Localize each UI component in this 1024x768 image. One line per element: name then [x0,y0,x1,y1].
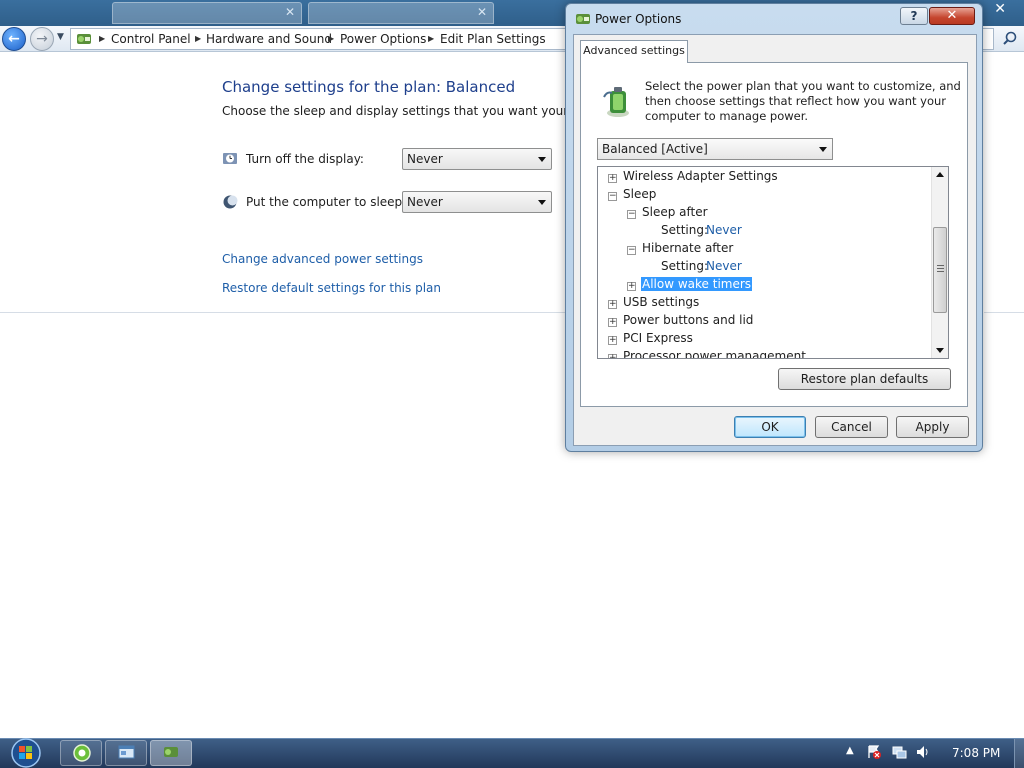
tree-setting-label: Setting: [661,259,709,273]
apply-button[interactable]: Apply [896,416,969,438]
advanced-settings-page: Select the power plan that you want to c… [580,62,968,407]
breadcrumb-control-panel[interactable]: Control Panel [111,32,191,46]
forward-button[interactable]: → [30,27,54,51]
restore-default-settings-link[interactable]: Restore default settings for this plan [222,281,441,295]
tree-item-pci-express[interactable]: PCI Express [623,331,693,345]
background-tab[interactable]: ✕ [112,2,302,24]
expand-icon[interactable]: + [608,336,617,345]
taskbar-browser-button[interactable] [60,740,102,766]
show-desktop-button[interactable] [1014,739,1024,768]
sleep-moon-icon [223,195,238,209]
expand-icon[interactable]: + [627,282,636,291]
tree-item-sleep[interactable]: Sleep [623,187,656,201]
sleep-label: Put the computer to sleep: [246,195,407,209]
power-options-dialog: Power Options ? ✕ Advanced settings Sele… [565,3,983,452]
grip-icon [937,265,944,272]
sleep-after-value[interactable]: Never [706,223,742,237]
intro-text-line: Select the power plan that you want to c… [645,79,961,93]
restore-plan-defaults-button[interactable]: Restore plan defaults [778,368,951,390]
breadcrumb-edit-plan-settings[interactable]: Edit Plan Settings [440,32,546,46]
battery-power-icon [603,87,629,117]
action-center-flag-icon[interactable] [866,744,882,760]
breadcrumb-power-options[interactable]: Power Options [340,32,426,46]
page-description: Choose the sleep and display settings th… [222,104,618,118]
divider [0,312,566,313]
intro-text-line: then choose settings that reflect how yo… [645,94,947,108]
tab-close-icon[interactable]: ✕ [477,5,487,19]
scrollbar-thumb[interactable] [933,227,947,313]
tree-item-processor[interactable]: Processor power management [623,349,806,358]
scroll-up-icon[interactable] [936,172,944,177]
volume-icon[interactable] [915,744,931,760]
tree-item-sleep-after[interactable]: Sleep after [642,205,708,219]
tab-close-icon[interactable]: ✕ [285,5,295,19]
hibernate-after-value[interactable]: Never [706,259,742,273]
help-button[interactable]: ? [900,7,928,25]
power-options-icon [164,747,178,757]
tree-item-hibernate-after[interactable]: Hibernate after [642,241,733,255]
chevron-down-icon [819,147,827,152]
vertical-scrollbar[interactable] [931,167,948,358]
tab-advanced-settings[interactable]: Advanced settings [580,40,688,63]
divider [984,312,1024,313]
power-plan-value: Balanced [Active] [602,142,708,156]
chevron-down-icon [538,200,546,205]
close-icon[interactable]: ✕ [994,1,1006,17]
collapse-icon[interactable]: − [608,192,617,201]
tree-item-wireless[interactable]: Wireless Adapter Settings [623,169,778,183]
taskbar-explorer-button[interactable] [105,740,147,766]
explorer-window-icon [118,745,135,759]
expand-icon[interactable]: + [608,300,617,309]
breadcrumb-separator-icon[interactable]: ▶ [195,34,201,43]
breadcrumb-separator-icon[interactable]: ▶ [428,34,434,43]
background-tab[interactable]: ✕ [308,2,494,24]
breadcrumb-separator-icon[interactable]: ▶ [99,34,105,43]
settings-tree[interactable]: + Wireless Adapter Settings − Sleep − Sl… [597,166,949,359]
dialog-close-button[interactable]: ✕ [929,7,975,25]
sleep-timeout-value: Never [407,195,443,209]
power-options-icon [576,14,590,24]
expand-icon[interactable]: + [608,174,617,183]
page-title: Change settings for the plan: Balanced [222,78,516,96]
scroll-down-icon[interactable] [936,348,944,353]
display-icon [223,153,237,164]
show-hidden-icons-icon[interactable]: ▲ [846,745,854,756]
back-button[interactable]: ← [2,27,26,51]
recent-pages-dropdown-icon[interactable]: ▼ [57,32,64,42]
display-label: Turn off the display: [246,152,364,166]
taskbar-power-options-button[interactable] [150,740,192,766]
tree-setting-label: Setting: [661,223,709,237]
collapse-icon[interactable]: − [627,246,636,255]
dialog-body: Advanced settings Select the power plan … [573,34,977,446]
ok-button[interactable]: OK [734,416,806,438]
browser-icon [73,744,91,762]
expand-icon[interactable]: + [608,354,617,358]
expand-icon[interactable]: + [608,318,617,327]
search-icon[interactable] [1002,31,1018,47]
power-plan-select[interactable]: Balanced [Active] [597,138,833,160]
collapse-icon[interactable]: − [627,210,636,219]
display-timeout-select[interactable]: Never [402,148,552,170]
start-button[interactable] [2,737,46,768]
control-panel-icon [77,34,91,44]
breadcrumb-separator-icon[interactable]: ▶ [328,34,334,43]
tree-item-power-buttons[interactable]: Power buttons and lid [623,313,753,327]
chevron-down-icon [538,157,546,162]
sleep-timeout-select[interactable]: Never [402,191,552,213]
cancel-button[interactable]: Cancel [815,416,888,438]
change-advanced-power-settings-link[interactable]: Change advanced power settings [222,252,423,266]
intro-text-line: computer to manage power. [645,109,809,123]
tree-item-usb-settings[interactable]: USB settings [623,295,699,309]
breadcrumb-hardware-and-sound[interactable]: Hardware and Sound [206,32,332,46]
network-icon[interactable] [891,744,907,760]
display-timeout-value: Never [407,152,443,166]
dialog-title: Power Options [595,12,682,26]
tree-item-allow-wake-timers[interactable]: Allow wake timers [639,276,754,292]
clock[interactable]: 7:08 PM [952,746,1000,760]
